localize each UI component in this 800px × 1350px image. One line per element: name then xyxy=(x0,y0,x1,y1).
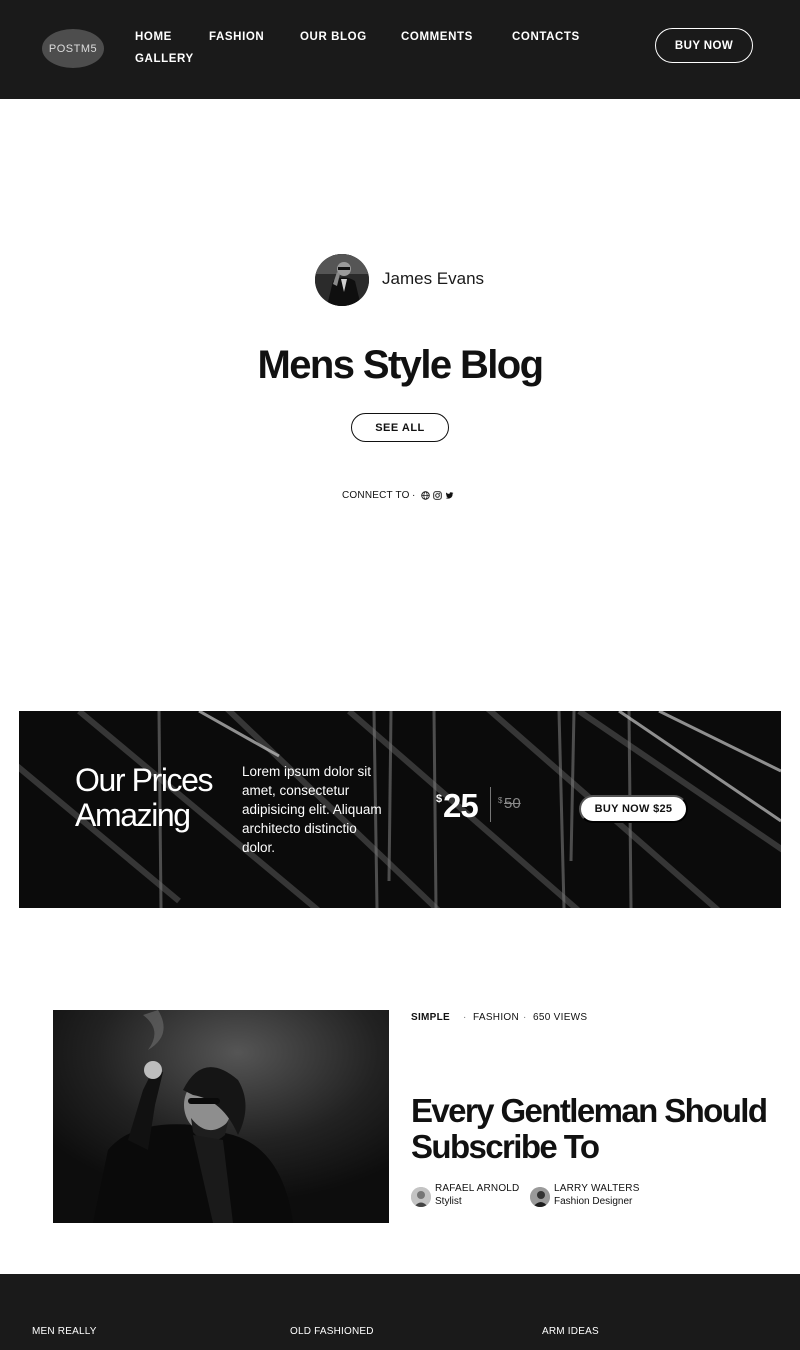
article-views: 650 VIEWS xyxy=(533,1012,588,1023)
person-name-rafael[interactable]: RAFAEL ARNOLD xyxy=(435,1183,519,1194)
nav-contacts[interactable]: CONTACTS xyxy=(512,31,580,43)
promo-title-line2: Amazing xyxy=(75,797,191,833)
promo-buy-now-button[interactable]: BUY NOW $25 xyxy=(579,795,688,823)
nav-comments[interactable]: COMMENTS xyxy=(401,31,473,43)
twitter-icon[interactable] xyxy=(445,491,454,500)
article-category-fashion[interactable]: FASHION xyxy=(473,1012,519,1023)
site-logo[interactable]: POSTM5 xyxy=(42,29,104,68)
footer-link-men-really[interactable]: MEN REALLY xyxy=(32,1326,97,1337)
article-category-simple[interactable]: SIMPLE xyxy=(411,1012,450,1023)
person-avatar-rafael xyxy=(411,1187,431,1207)
price-divider xyxy=(490,787,491,822)
connect-separator: · xyxy=(412,490,416,501)
author-avatar xyxy=(315,254,369,306)
article-title[interactable]: Every Gentleman Should Subscribe To xyxy=(411,1093,791,1165)
price-current: 25 xyxy=(443,787,479,824)
nav-fashion[interactable]: FASHION xyxy=(209,31,264,43)
footer-link-old-fashioned[interactable]: OLD FASHIONED xyxy=(290,1326,374,1337)
meta-separator-1: · xyxy=(463,1012,467,1023)
article-image[interactable] xyxy=(53,1010,389,1223)
person-role-rafael: Stylist xyxy=(435,1196,462,1207)
connect-label: CONNECT TO xyxy=(342,490,410,501)
promo-title: Our Prices Amazing xyxy=(75,762,214,833)
person-avatar-larry xyxy=(530,1187,550,1207)
globe-icon[interactable] xyxy=(421,491,430,500)
old-price-currency: $ xyxy=(498,796,503,805)
page-title: Mens Style Blog xyxy=(257,343,545,387)
nav-home[interactable]: HOME xyxy=(135,31,172,43)
promo-description: Lorem ipsum dolor sit amet, consectetur … xyxy=(242,764,382,855)
site-footer: MEN REALLY OLD FASHIONED ARM IDEAS xyxy=(0,1274,800,1350)
instagram-icon[interactable] xyxy=(433,491,442,500)
see-all-button[interactable]: SEE ALL xyxy=(351,413,449,442)
footer-link-arm-ideas[interactable]: ARM IDEAS xyxy=(542,1326,599,1337)
price-currency: $ xyxy=(436,793,443,805)
meta-separator-2: · xyxy=(523,1012,527,1023)
promo-title-line1: Our Prices xyxy=(75,762,214,798)
person-role-larry: Fashion Designer xyxy=(554,1196,633,1207)
author-name[interactable]: James Evans xyxy=(382,269,484,289)
price-old: 50 xyxy=(504,795,521,812)
nav-our-blog[interactable]: OUR BLOG xyxy=(300,31,367,43)
person-name-larry[interactable]: LARRY WALTERS xyxy=(554,1183,640,1194)
site-header: POSTM5 HOME FASHION OUR BLOG COMMENTS CO… xyxy=(0,0,800,99)
header-buy-now-button[interactable]: BUY NOW xyxy=(655,28,753,63)
promo-banner: Our Prices Amazing Lorem ipsum dolor sit… xyxy=(19,711,781,908)
nav-gallery[interactable]: GALLERY xyxy=(135,53,194,65)
